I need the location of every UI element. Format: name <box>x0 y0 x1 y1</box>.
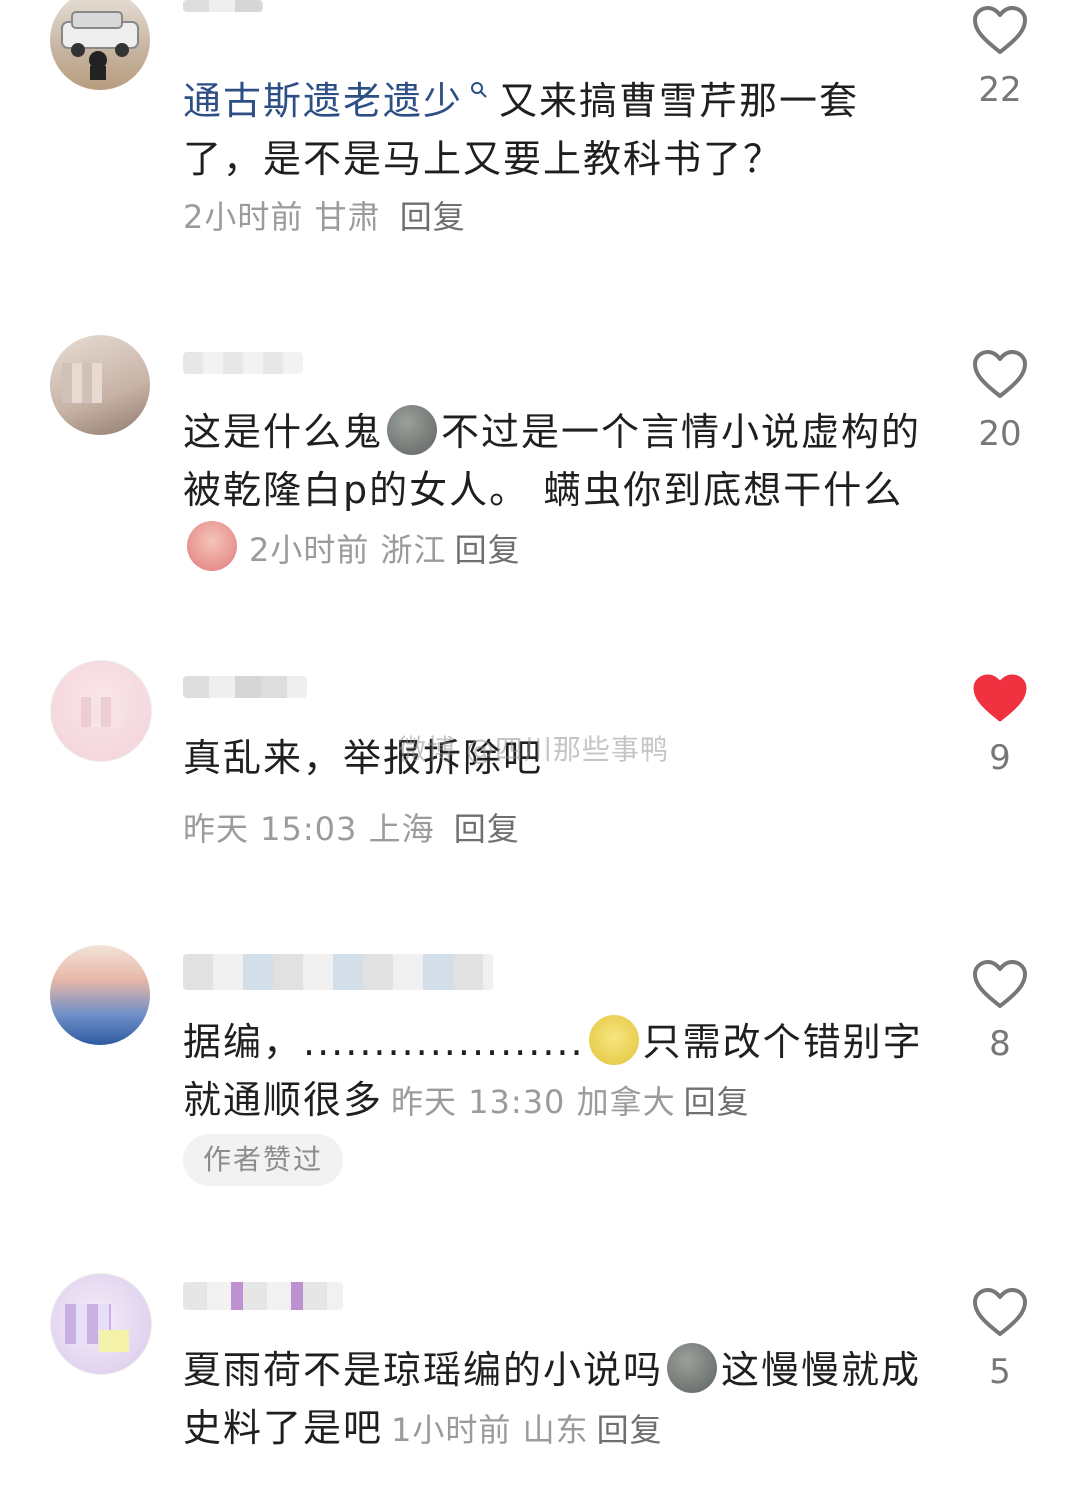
username-blurred[interactable] <box>183 676 307 698</box>
comment-meta: 1小时前 山东 回复 <box>391 1411 663 1449</box>
reply-button[interactable]: 回复 <box>454 810 520 848</box>
comment-location: 上海 <box>368 810 435 848</box>
like-button[interactable]: 20 <box>970 350 1030 454</box>
like-count: 5 <box>989 1352 1011 1392</box>
comment-meta: 昨天 15:03 上海 回复 <box>183 804 520 850</box>
comment-text: 通古斯遗老遗少 又来搞曹雪芹那一套了，是不是马上又要上教科书了？ <box>183 58 923 188</box>
reply-button[interactable]: 回复 <box>684 1083 750 1121</box>
like-count: 9 <box>989 738 1011 778</box>
like-button[interactable]: 9 <box>970 674 1030 778</box>
heart-icon <box>973 6 1027 54</box>
like-button[interactable]: 5 <box>970 1288 1030 1392</box>
comment-meta: 2小时前 浙江 回复 <box>249 531 521 569</box>
username-blurred[interactable] <box>183 352 303 374</box>
avatar[interactable] <box>50 945 150 1045</box>
author-liked-badge: 作者赞过 <box>183 1134 344 1186</box>
yellow-emoji-icon <box>588 1015 639 1065</box>
search-icon[interactable] <box>469 58 489 116</box>
like-count: 22 <box>978 70 1022 110</box>
heart-icon <box>973 960 1027 1008</box>
watermark: 微博 @四川那些事鸭 <box>398 733 669 766</box>
comment-location: 浙江 <box>380 531 447 569</box>
comment-time: 2小时前 <box>183 198 304 236</box>
car-avatar-image <box>61 11 139 80</box>
comment-location: 甘肃 <box>314 198 381 236</box>
username-blurred[interactable] <box>183 1282 343 1310</box>
topic-link[interactable]: 通古斯遗老遗少 <box>183 79 463 123</box>
sob-emoji-icon <box>187 521 237 571</box>
comment-time: 昨天 15:03 <box>183 810 358 848</box>
comment-time: 2小时前 <box>249 531 370 569</box>
comment-meta: 2小时前 甘肃 回复 <box>183 192 466 238</box>
heart-filled-icon <box>973 674 1027 722</box>
comment-text: 这是什么鬼 不过是一个言情小说虚构的被乾隆白p的女人。 螨虫你到底想干什么2小时前… <box>183 403 923 579</box>
crying-emoji-icon <box>667 1343 718 1393</box>
like-count: 20 <box>978 414 1022 454</box>
like-button[interactable]: 8 <box>970 960 1030 1064</box>
crying-emoji-icon <box>387 405 438 455</box>
heart-icon <box>973 1288 1027 1336</box>
like-count: 8 <box>989 1024 1011 1064</box>
avatar[interactable] <box>50 0 150 90</box>
comment-location: 加拿大 <box>576 1083 676 1121</box>
avatar[interactable] <box>50 660 152 762</box>
comment-text: 据编，.................... 只需改个错别字就通顺很多 昨天 13… <box>183 1013 923 1131</box>
heart-icon <box>973 350 1027 398</box>
comment-meta: 昨天 13:30 加拿大 回复 <box>391 1083 750 1121</box>
comment-time: 1小时前 <box>391 1411 512 1449</box>
avatar[interactable] <box>50 335 150 435</box>
reply-button[interactable]: 回复 <box>400 198 466 236</box>
avatar[interactable] <box>50 1273 152 1375</box>
comment-text: 夏雨荷不是琼瑶编的小说吗 这慢慢就成史料了是吧 1小时前 山东 回复 <box>183 1341 923 1459</box>
reply-button[interactable]: 回复 <box>455 531 521 569</box>
comment-location: 山东 <box>522 1411 589 1449</box>
username-blurred[interactable] <box>183 0 263 12</box>
reply-button[interactable]: 回复 <box>597 1411 663 1449</box>
like-button[interactable]: 22 <box>970 6 1030 110</box>
username-blurred[interactable] <box>183 954 493 990</box>
comment-time: 昨天 13:30 <box>391 1083 566 1121</box>
